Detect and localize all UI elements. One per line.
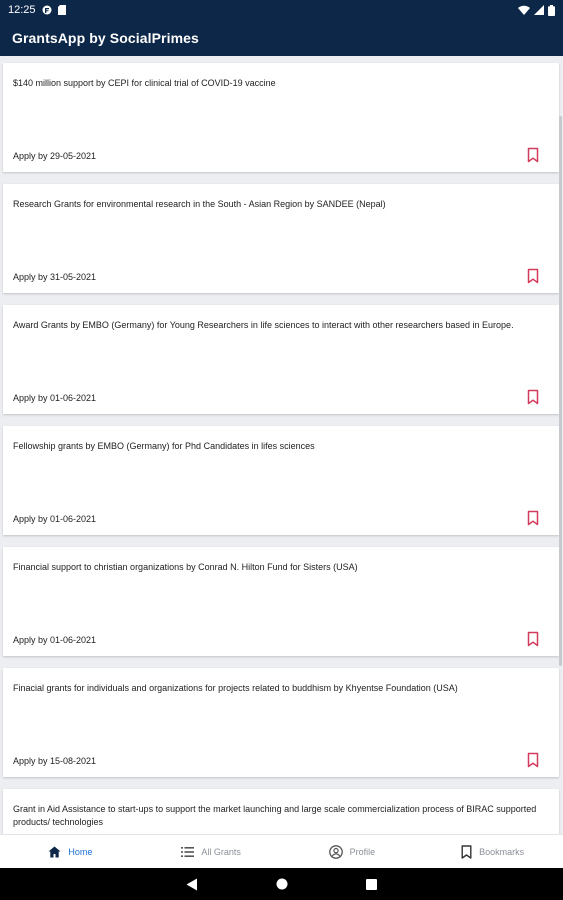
wifi-icon <box>518 5 530 15</box>
nav-all-grants[interactable]: All Grants <box>141 835 282 868</box>
grant-apply-date: Apply by 29-05-2021 <box>13 151 97 161</box>
signal-icon <box>534 5 544 15</box>
nav-profile-label: Profile <box>349 846 376 857</box>
status-bar: 12:25 <box>0 0 563 20</box>
grant-title: Finacial grants for individuals and orga… <box>13 683 458 693</box>
app-title: GrantsApp by SocialPrimes <box>12 30 199 46</box>
grant-card[interactable]: $140 million support by CEPI for clinica… <box>3 63 559 172</box>
grant-title: Financial support to christian organizat… <box>13 562 358 572</box>
nav-home[interactable]: Home <box>0 835 141 868</box>
grant-card[interactable]: Financial support to christian organizat… <box>3 547 559 656</box>
bookmark-icon[interactable] <box>526 510 540 526</box>
home-icon <box>48 846 61 857</box>
list-icon <box>181 846 195 857</box>
grant-card[interactable]: Award Grants by EMBO (Germany) for Young… <box>3 305 559 414</box>
nav-home-label: Home <box>68 846 93 857</box>
bookmark-icon[interactable] <box>526 752 540 768</box>
list-scrollbar[interactable] <box>559 116 562 666</box>
sd-card-icon <box>57 5 67 15</box>
grants-list[interactable]: $140 million support by CEPI for clinica… <box>0 56 563 834</box>
bottom-navigation: Home All Grants Profile Bookmarks <box>0 834 563 868</box>
nav-all-grants-label: All Grants <box>201 846 241 857</box>
grant-title: Award Grants by EMBO (Germany) for Young… <box>13 320 514 330</box>
bookmarks-icon <box>461 844 472 859</box>
notification-app-icon <box>42 5 52 15</box>
system-navigation-bar <box>0 868 563 900</box>
home-circle-icon[interactable] <box>276 878 288 890</box>
grant-apply-date: Apply by 31-05-2021 <box>13 272 97 282</box>
back-icon[interactable] <box>186 878 198 891</box>
grant-title: Fellowship grants by EMBO (Germany) for … <box>13 441 315 451</box>
grant-title: Grant in Aid Assistance to start-ups to … <box>13 804 537 827</box>
grant-title: Research Grants for environmental resear… <box>13 199 386 209</box>
battery-icon <box>548 4 555 16</box>
grant-apply-date: Apply by 01-06-2021 <box>13 514 97 524</box>
bookmark-icon[interactable] <box>526 631 540 647</box>
grant-card[interactable]: Research Grants for environmental resear… <box>3 184 559 293</box>
bookmark-icon[interactable] <box>526 147 540 163</box>
profile-icon <box>328 844 343 859</box>
app-bar: GrantsApp by SocialPrimes <box>0 20 563 56</box>
grant-apply-date: Apply by 01-06-2021 <box>13 635 97 645</box>
bookmark-icon[interactable] <box>526 389 540 405</box>
status-time: 12:25 <box>8 4 36 16</box>
grant-apply-date: Apply by 01-06-2021 <box>13 393 97 403</box>
bookmark-icon[interactable] <box>526 268 540 284</box>
nav-bookmarks[interactable]: Bookmarks <box>422 835 563 868</box>
grant-card[interactable]: Grant in Aid Assistance to start-ups to … <box>3 789 559 834</box>
grant-card[interactable]: Fellowship grants by EMBO (Germany) for … <box>3 426 559 535</box>
grant-apply-date: Apply by 15-08-2021 <box>13 756 97 766</box>
nav-bookmarks-label: Bookmarks <box>479 846 525 857</box>
recents-icon[interactable] <box>366 878 377 890</box>
grant-title: $140 million support by CEPI for clinica… <box>13 78 276 88</box>
nav-profile[interactable]: Profile <box>282 835 423 868</box>
grant-card[interactable]: Finacial grants for individuals and orga… <box>3 668 559 777</box>
